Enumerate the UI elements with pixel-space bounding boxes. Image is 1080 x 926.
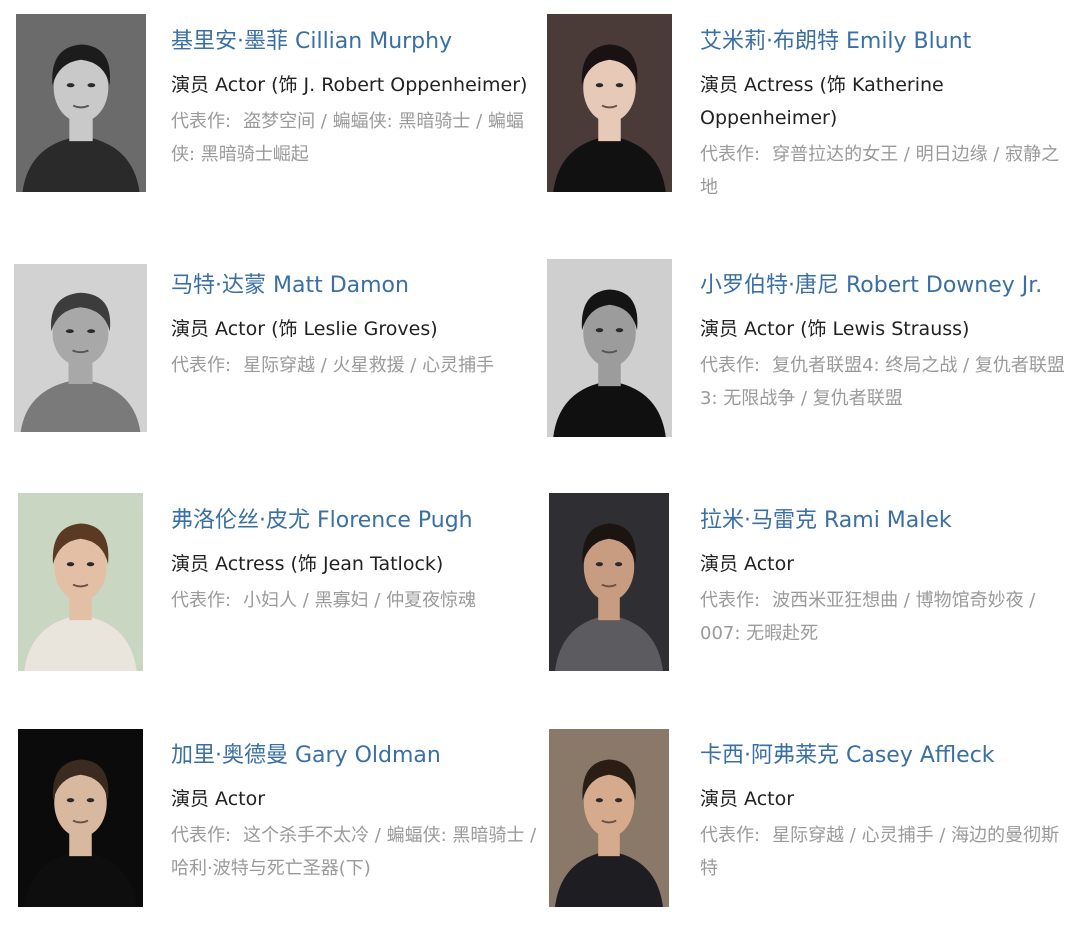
representative-works: 代表作: 盗梦空间 / 蝙蝠侠: 黑暗骑士 / 蝙蝠侠: 黑暗骑士崛起 [171,105,546,171]
actor-role: 演员 Actor [700,788,795,810]
actor-photo[interactable] [18,493,143,671]
actor-photo[interactable] [547,14,672,192]
portrait-image [547,259,672,437]
portrait-image [14,264,147,432]
actor-role: 演员 Actor (饰 Leslie Groves) [171,318,438,340]
actor-photo[interactable] [549,493,669,671]
works-label: 代表作: [171,355,232,376]
works-label: 代表作: [171,825,232,846]
actor-role: 演员 Actor (饰 J. Robert Oppenheimer) [171,74,528,96]
actor-name-link[interactable]: 弗洛伦丝·皮尤 Florence Pugh [171,506,546,536]
actor-photo[interactable] [16,14,146,192]
actor-name-link[interactable]: 艾米莉·布朗特 Emily Blunt [700,27,1070,57]
works-label: 代表作: [171,111,232,132]
actor-role: 演员 Actress (饰 Jean Tatlock) [171,553,444,575]
works-label: 代表作: [700,825,761,846]
actor-photo[interactable] [549,729,669,907]
portrait-image [549,493,669,671]
works-list: 小妇人 / 黑寡妇 / 仲夏夜惊魂 [243,590,477,611]
actor-name-link[interactable]: 基里安·墨菲 Cillian Murphy [171,27,546,57]
portrait-image [549,729,669,907]
actor-photo[interactable] [14,264,147,432]
works-label: 代表作: [700,144,761,165]
representative-works: 代表作: 波西米亚狂想曲 / 博物馆奇妙夜 / 007: 无暇赴死 [700,584,1072,650]
works-label: 代表作: [171,590,232,611]
actor-name-link[interactable]: 拉米·马雷克 Rami Malek [700,506,1072,536]
works-label: 代表作: [700,355,761,376]
representative-works: 代表作: 这个杀手不太冷 / 蝙蝠侠: 黑暗骑士 / 哈利·波特与死亡圣器(下) [171,819,546,885]
actor-name-link[interactable]: 小罗伯特·唐尼 Robert Downey Jr. [700,271,1070,301]
actor-role: 演员 Actress (饰 Katherine Oppenheimer) [700,74,944,129]
representative-works: 代表作: 穿普拉达的女王 / 明日边缘 / 寂静之地 [700,138,1070,204]
portrait-image [16,14,146,192]
actor-role: 演员 Actor (饰 Lewis Strauss) [700,318,970,340]
actor-name-link[interactable]: 加里·奥德曼 Gary Oldman [171,741,546,771]
representative-works: 代表作: 星际穿越 / 心灵捕手 / 海边的曼彻斯特 [700,819,1070,885]
portrait-image [18,493,143,671]
actor-role: 演员 Actor [171,788,266,810]
actor-photo[interactable] [547,259,672,437]
actor-name-link[interactable]: 卡西·阿弗莱克 Casey Affleck [700,741,1070,771]
representative-works: 代表作: 小妇人 / 黑寡妇 / 仲夏夜惊魂 [171,584,546,617]
portrait-image [547,14,672,192]
portrait-image [18,729,143,907]
representative-works: 代表作: 星际穿越 / 火星救援 / 心灵捕手 [171,349,546,382]
works-label: 代表作: [700,590,761,611]
actor-photo[interactable] [18,729,143,907]
actor-name-link[interactable]: 马特·达蒙 Matt Damon [171,271,546,301]
representative-works: 代表作: 复仇者联盟4: 终局之战 / 复仇者联盟3: 无限战争 / 复仇者联盟 [700,349,1070,415]
actor-role: 演员 Actor [700,553,795,575]
works-list: 星际穿越 / 火星救援 / 心灵捕手 [243,355,495,376]
